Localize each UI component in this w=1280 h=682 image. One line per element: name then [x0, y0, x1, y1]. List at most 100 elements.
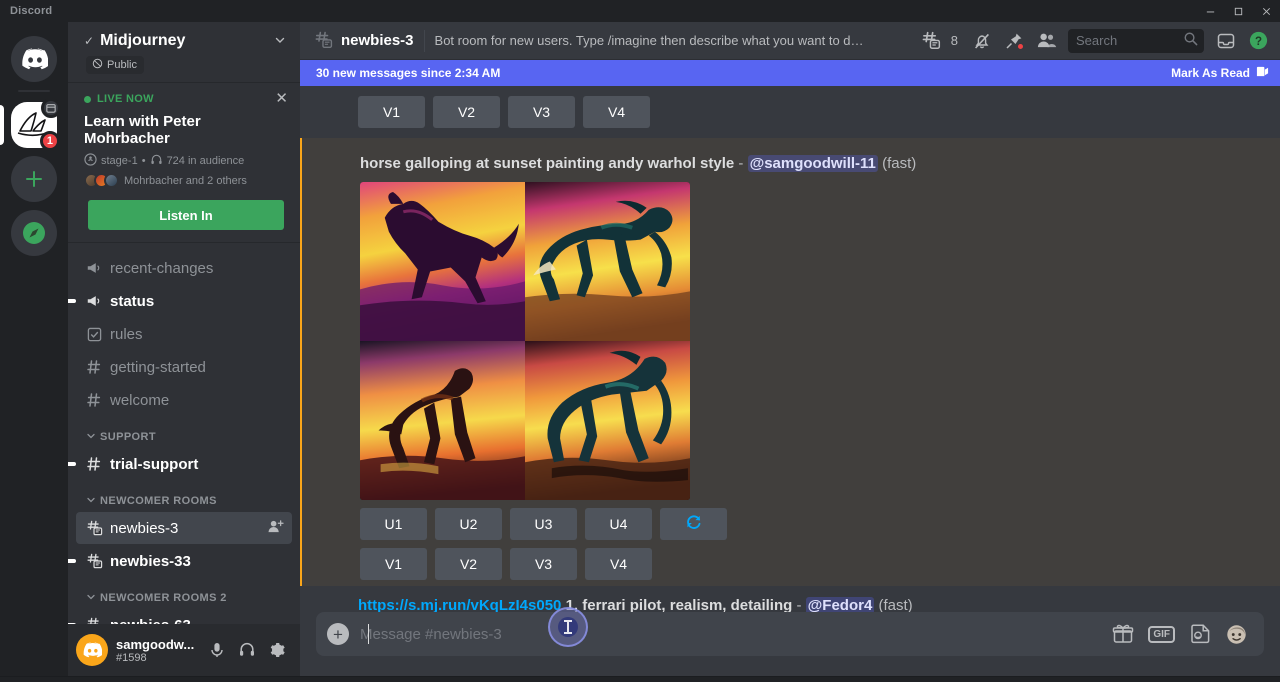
hash-thread-icon: [84, 617, 104, 625]
channel-list: recent-changes status rules: [68, 243, 300, 624]
threads-icon[interactable]: [917, 27, 945, 55]
upscale-button-u1[interactable]: U1: [360, 508, 427, 540]
hash-icon: [84, 456, 104, 472]
compass-icon: [11, 210, 57, 256]
unread-indicator: [68, 623, 76, 624]
message-prompt-line: horse galloping at sunset painting andy …: [360, 154, 1232, 174]
listen-in-button[interactable]: Listen In: [88, 200, 284, 230]
gift-icon[interactable]: [1112, 623, 1134, 645]
message-list[interactable]: V1 V2 V3 V4 horse galloping at sunset pa…: [300, 86, 1280, 612]
sidebar-channel-newbies-3[interactable]: newbies-3: [76, 512, 292, 544]
sidebar-channel-status[interactable]: status: [76, 285, 292, 317]
variation-button-row-2: V1 V2 V3 V4: [360, 548, 1232, 580]
plus-icon: +: [327, 623, 349, 645]
pin-icon[interactable]: [1000, 27, 1028, 55]
variation-button-v4[interactable]: V4: [583, 96, 650, 128]
members-icon[interactable]: [1032, 27, 1060, 55]
hash-thread-icon: [314, 31, 333, 50]
sticker-icon[interactable]: [1189, 623, 1211, 645]
new-messages-banner[interactable]: 30 new messages since 2:34 AM Mark As Re…: [300, 60, 1280, 86]
chevron-down-icon: [86, 592, 96, 604]
announcement-icon: [84, 260, 104, 276]
variation-button-v3[interactable]: V3: [510, 548, 577, 580]
variation-button-v3[interactable]: V3: [508, 96, 575, 128]
minimize-button[interactable]: [1196, 0, 1224, 22]
message-input[interactable]: [360, 612, 1112, 656]
reroll-button[interactable]: [660, 508, 727, 540]
message-prompt-line: https://s.mj.run/vKqLzI4s050 1, ferrari …: [358, 596, 1232, 612]
upscale-button-u3[interactable]: U3: [510, 508, 577, 540]
sidebar-channel-newbies-63[interactable]: newbies-63: [76, 609, 292, 624]
channel-topic[interactable]: Bot room for new users. Type /imagine th…: [435, 33, 865, 48]
mention-author[interactable]: @Fedor4: [806, 597, 875, 612]
speaker-avatars: [84, 173, 119, 188]
sidebar-channel-newbies-33[interactable]: newbies-33: [76, 545, 292, 577]
maximize-button[interactable]: [1224, 0, 1252, 22]
mj-run-link[interactable]: https://s.mj.run/vKqLzI4s050: [358, 597, 561, 612]
variation-button-v4[interactable]: V4: [585, 548, 652, 580]
chat-area: newbies-3 Bot room for new users. Type /…: [300, 22, 1280, 676]
live-now-label: LIVE NOW: [97, 93, 154, 105]
grid-image-4[interactable]: [525, 341, 690, 500]
server-item-midjourney[interactable]: 1: [0, 98, 68, 152]
new-messages-text: 30 new messages since 2:34 AM: [316, 66, 500, 80]
sidebar-category-newcomer-rooms-2[interactable]: NEWCOMER ROOMS 2: [68, 578, 300, 608]
sidebar-channel-recent-changes[interactable]: recent-changes: [76, 252, 292, 284]
live-stage-name: stage-1: [101, 155, 138, 167]
inbox-icon[interactable]: [1212, 27, 1240, 55]
variation-button-v2[interactable]: V2: [433, 96, 500, 128]
sidebar-channel-label: status: [110, 293, 284, 310]
microphone-icon[interactable]: [202, 634, 232, 666]
generated-image-grid[interactable]: [360, 182, 690, 500]
add-server-button[interactable]: [0, 152, 68, 206]
close-button[interactable]: [1252, 0, 1280, 22]
variation-button-v1[interactable]: V1: [358, 96, 425, 128]
grid-image-2[interactable]: [525, 182, 690, 341]
server-item-home[interactable]: [0, 32, 68, 86]
sidebar-channel-trial-support[interactable]: trial-support: [76, 448, 292, 480]
sidebar-channel-getting-started[interactable]: getting-started: [76, 351, 292, 383]
bell-muted-icon[interactable]: [968, 27, 996, 55]
sidebar-channel-welcome[interactable]: welcome: [76, 384, 292, 416]
speed-label: (fast): [882, 155, 916, 172]
mark-as-read-button[interactable]: Mark As Read: [1171, 65, 1270, 81]
grid-image-1[interactable]: [360, 182, 525, 341]
upscale-button-u2[interactable]: U2: [435, 508, 502, 540]
message-horse-galloping: horse galloping at sunset painting andy …: [300, 138, 1280, 586]
help-icon[interactable]: ?: [1244, 27, 1272, 55]
grid-image-3[interactable]: [360, 341, 525, 500]
search-field[interactable]: [1076, 33, 1183, 48]
sidebar-channel-label: welcome: [110, 392, 284, 409]
prompt-dash: -: [796, 597, 801, 612]
gif-icon[interactable]: GIF: [1148, 626, 1175, 643]
avatar[interactable]: [76, 634, 108, 666]
upscale-button-u4[interactable]: U4: [585, 508, 652, 540]
server-name: Midjourney: [100, 32, 274, 50]
attach-button[interactable]: +: [316, 612, 360, 656]
live-stage-meta: stage-1 • 724 in audience: [84, 153, 288, 169]
composer-area: + GIF: [300, 612, 1280, 676]
upscale-button-row: U1 U2 U3 U4: [360, 508, 1232, 540]
sidebar-channel-rules[interactable]: rules: [76, 318, 292, 350]
user-identity[interactable]: samgoodw... #1598: [116, 637, 202, 664]
mention-author[interactable]: @samgoodwill-11: [748, 155, 878, 172]
server-header[interactable]: ✓ Midjourney Public: [68, 22, 300, 83]
refresh-icon: [685, 513, 702, 535]
explore-servers-button[interactable]: [0, 206, 68, 260]
sidebar-category-newcomer-rooms[interactable]: NEWCOMER ROOMS: [68, 481, 300, 511]
gear-icon[interactable]: [262, 634, 292, 666]
add-member-icon[interactable]: [267, 519, 284, 537]
variation-button-v2[interactable]: V2: [435, 548, 502, 580]
sidebar-category-support[interactable]: SUPPORT: [68, 417, 300, 447]
sidebar-channel-label: newbies-33: [110, 553, 284, 570]
channel-sidebar: ✓ Midjourney Public: [68, 22, 300, 676]
emoji-icon[interactable]: [1225, 623, 1248, 646]
headset-icon[interactable]: [232, 634, 262, 666]
close-icon[interactable]: ✕: [275, 91, 288, 106]
unread-indicator: [68, 559, 76, 563]
message-composer[interactable]: + GIF: [316, 612, 1264, 656]
sidebar-channel-label: getting-started: [110, 359, 284, 376]
variation-button-v1[interactable]: V1: [360, 548, 427, 580]
live-meta-separator: •: [142, 155, 146, 167]
search-input[interactable]: [1068, 29, 1204, 53]
